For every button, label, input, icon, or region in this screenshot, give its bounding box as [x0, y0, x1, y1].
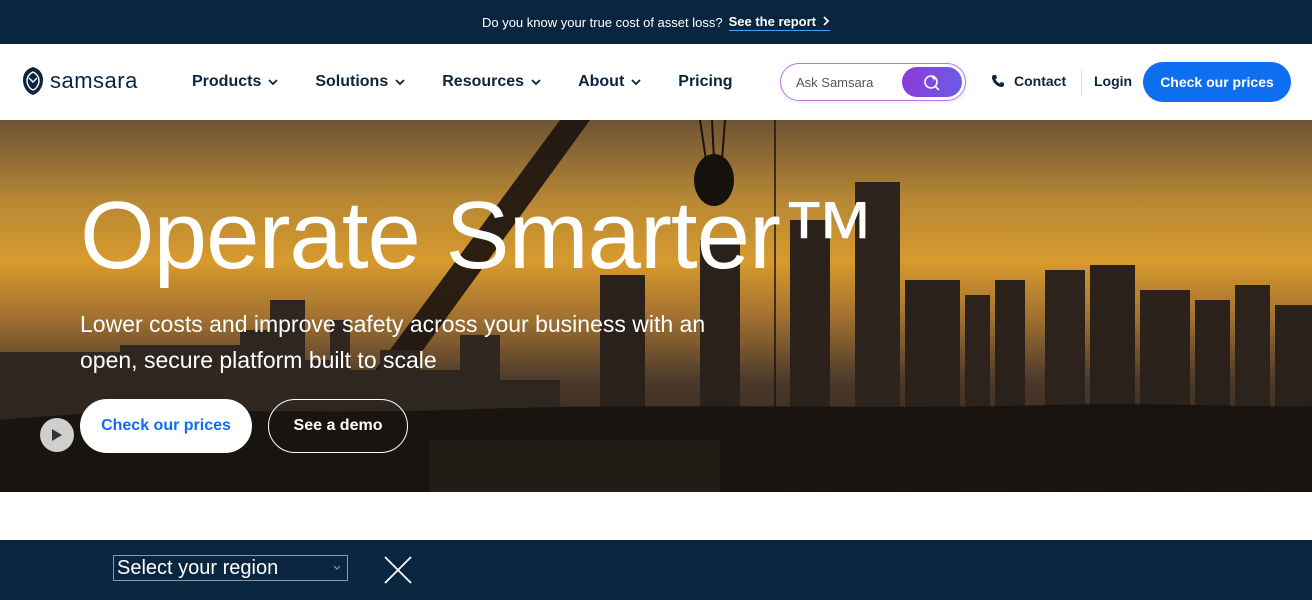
header-divider [1081, 70, 1082, 96]
nav-pricing[interactable]: Pricing [678, 73, 732, 91]
hero-subtitle: Lower costs and improve safety across yo… [80, 311, 706, 373]
play-video-button[interactable] [40, 418, 74, 452]
chevron-right-icon [823, 16, 830, 26]
play-icon [52, 429, 62, 441]
nav-pricing-label: Pricing [678, 73, 733, 90]
nav-about[interactable]: About [578, 73, 641, 91]
samsara-logo[interactable]: samsara [22, 66, 138, 96]
see-demo-button[interactable]: See a demo [268, 399, 408, 453]
nav-products[interactable]: Products [192, 73, 278, 91]
chevron-down-icon [631, 79, 641, 86]
close-icon[interactable] [383, 555, 413, 585]
nav-solutions[interactable]: Solutions [315, 73, 405, 91]
chevron-down-icon [268, 79, 278, 86]
login-link[interactable]: Login [1094, 73, 1132, 89]
hero-section: Operate Smarter™ Lower costs and improve… [0, 120, 1312, 492]
chevron-down-icon [395, 79, 405, 86]
ask-samsara-search [780, 63, 966, 101]
contact-link[interactable]: Contact [991, 73, 1066, 89]
announcement-bar: Do you know your true cost of asset loss… [0, 0, 1312, 44]
hero-check-prices-button[interactable]: Check our prices [80, 399, 252, 453]
nav-resources-label: Resources [442, 73, 525, 90]
see-report-link[interactable]: See the report [728, 13, 831, 31]
see-report-label: See the report [728, 13, 817, 29]
samsara-logo-icon [23, 67, 43, 95]
nav-resources[interactable]: Resources [442, 73, 541, 91]
main-nav: Products Solutions Resources About Prici… [192, 44, 770, 120]
search-submit-button[interactable] [902, 67, 962, 97]
nav-solutions-label: Solutions [315, 73, 389, 90]
nav-products-label: Products [192, 73, 262, 90]
logo-wordmark: samsara [50, 68, 138, 93]
region-bar: Select your region [0, 540, 1312, 600]
hero-title: Operate Smarter™ [80, 182, 876, 289]
search-sparkle-icon [924, 75, 940, 91]
site-header: samsara Products Solutions Resources Abo… [0, 44, 1312, 120]
region-select[interactable]: Select your region [113, 555, 348, 581]
region-select-value: Select your region [117, 556, 279, 579]
search-input[interactable] [796, 74, 900, 90]
announcement-text: Do you know your true cost of asset loss… [481, 14, 723, 30]
phone-icon [992, 75, 1004, 87]
chevron-down-icon [333, 565, 341, 570]
nav-about-label: About [578, 73, 625, 90]
header-check-prices-button[interactable]: Check our prices [1143, 62, 1291, 102]
chevron-down-icon [531, 79, 541, 86]
contact-label: Contact [1014, 73, 1067, 89]
